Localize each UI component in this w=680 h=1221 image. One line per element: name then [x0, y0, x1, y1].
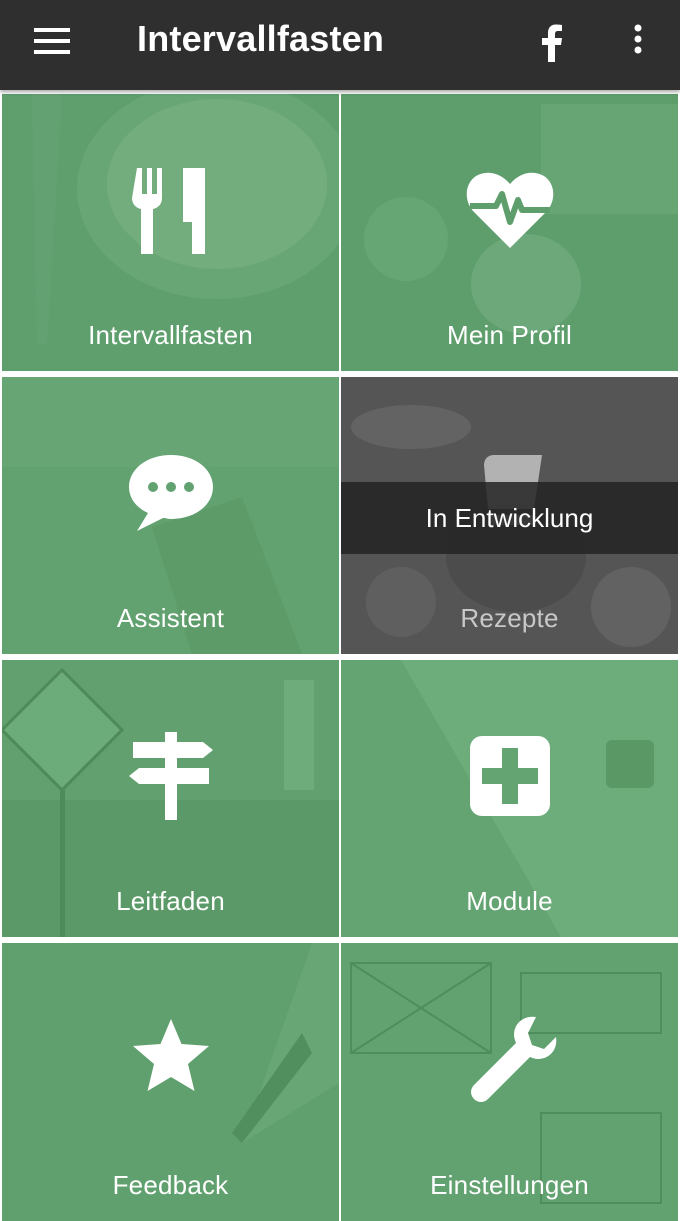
more-vertical-icon	[634, 24, 642, 54]
app-bar: Intervallfasten	[0, 0, 680, 90]
plus-square-icon	[469, 736, 550, 816]
tile-label: Mein Profil	[446, 320, 572, 350]
tile-feedback[interactable]: Feedback	[2, 943, 339, 1221]
more-options-button[interactable]	[622, 18, 654, 70]
heart-pulse-icon	[466, 172, 553, 248]
menu-icon	[34, 28, 70, 54]
facebook-icon	[542, 24, 562, 62]
tile-leitfaden[interactable]: Leitfaden	[2, 660, 339, 937]
wrench-icon	[470, 1016, 556, 1102]
tile-label: Intervallfasten	[88, 320, 253, 350]
chat-bubble-icon	[128, 455, 213, 531]
tile-label: Leitfaden	[116, 886, 225, 916]
tile-label: Feedback	[112, 1170, 229, 1200]
fork-knife-icon	[131, 168, 205, 254]
tile-label: Module	[466, 886, 553, 916]
tile-intervallfasten[interactable]: Intervallfasten	[2, 94, 339, 371]
tile-rezepte[interactable]: In Entwicklung Rezepte	[341, 377, 678, 654]
star-icon	[132, 1019, 209, 1091]
tile-module[interactable]: Module	[341, 660, 678, 937]
app-title: Intervallfasten	[137, 18, 385, 59]
tile-einstellungen[interactable]: Einstellungen	[341, 943, 678, 1221]
tile-assistent[interactable]: Assistent	[2, 377, 339, 654]
tile-mein-profil[interactable]: Mein Profil	[341, 94, 678, 371]
tile-label: Rezepte	[460, 603, 559, 633]
in-development-badge: In Entwicklung	[341, 482, 678, 554]
facebook-button[interactable]	[530, 18, 574, 70]
tile-label: Einstellungen	[430, 1170, 589, 1200]
tile-label: Assistent	[116, 603, 225, 633]
signpost-icon	[128, 732, 213, 820]
menu-grid: Intervallfasten Mein Profil Assistent In…	[0, 90, 680, 1221]
menu-button[interactable]	[28, 24, 78, 66]
